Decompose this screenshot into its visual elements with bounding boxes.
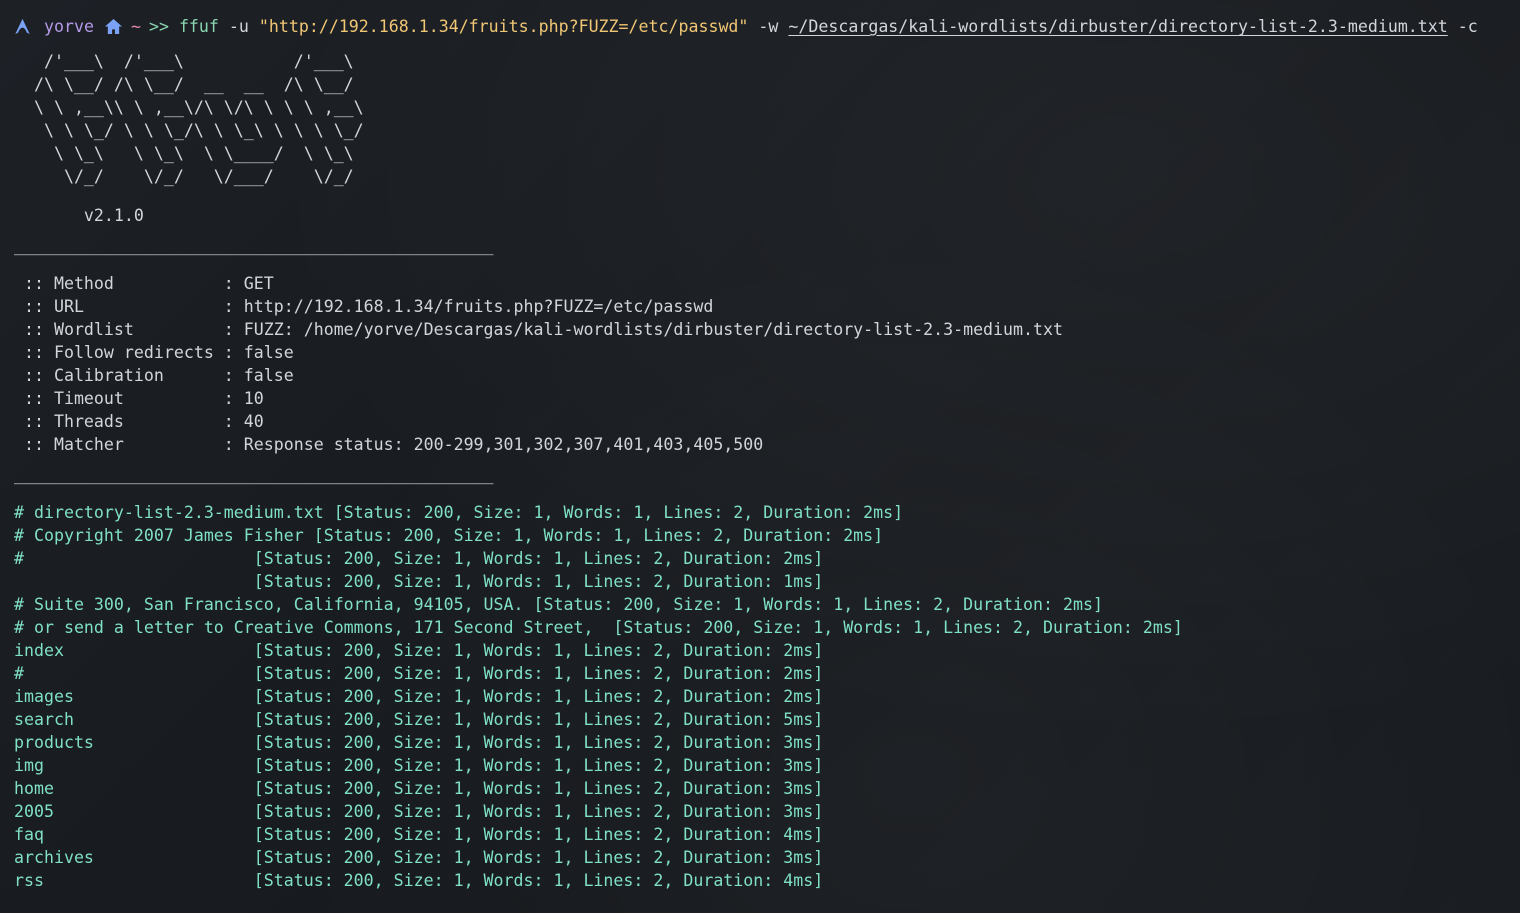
config-block: :: Method : GET :: URL : http://192.168.… bbox=[14, 272, 1520, 456]
prompt-line: yorve ~ >> ffuf -u "http://192.168.1.34/… bbox=[14, 15, 1520, 38]
results-list: # directory-list-2.3-medium.txt [Status:… bbox=[14, 501, 1520, 892]
result-row: search [Status: 200, Size: 1, Words: 1, … bbox=[14, 710, 824, 729]
banner-line: \ \ ,__\\ \ ,__\/\ \/\ \ \ \ ,__\ bbox=[14, 98, 364, 117]
config-key: :: Follow redirects bbox=[14, 343, 224, 362]
result-row: archives [Status: 200, Size: 1, Words: 1… bbox=[14, 848, 824, 867]
banner-line: \/_/ \/_/ \/___/ \/_/ bbox=[14, 167, 354, 186]
result-row: home [Status: 200, Size: 1, Words: 1, Li… bbox=[14, 779, 824, 798]
config-value: : 10 bbox=[223, 389, 264, 408]
config-key: :: Calibration bbox=[14, 366, 224, 385]
config-key: :: Timeout bbox=[14, 389, 224, 408]
wordlist-path-link[interactable]: ~/Descargas/kali-wordlists/dirbuster/dir… bbox=[788, 15, 1447, 38]
result-row: # [Status: 200, Size: 1, Words: 1, Lines… bbox=[14, 549, 824, 568]
result-row: 2005 [Status: 200, Size: 1, Words: 1, Li… bbox=[14, 802, 824, 821]
banner-line: /'___\ /'___\ /'___\ bbox=[14, 52, 354, 71]
result-row: # Suite 300, San Francisco, California, … bbox=[14, 595, 1103, 614]
config-row: :: Matcher : Response status: 200-299,30… bbox=[14, 433, 1520, 456]
result-row: index [Status: 200, Size: 1, Words: 1, L… bbox=[14, 641, 824, 660]
flag-c: -c bbox=[1457, 17, 1478, 36]
command-name: ffuf bbox=[178, 17, 219, 36]
config-value: : GET bbox=[223, 274, 274, 293]
ffuf-ascii-banner: /'___\ /'___\ /'___\ /\ \__/ /\ \__/ __ … bbox=[14, 50, 1520, 188]
config-key: :: Matcher bbox=[14, 435, 224, 454]
config-key: :: Method bbox=[14, 274, 224, 293]
config-key: :: Wordlist bbox=[14, 320, 224, 339]
config-row: :: Method : GET bbox=[14, 272, 1520, 295]
url-argument: "http://192.168.1.34/fruits.php?FUZZ=/et… bbox=[258, 17, 749, 36]
config-row: :: Follow redirects : false bbox=[14, 341, 1520, 364]
config-value: : false bbox=[223, 366, 294, 385]
banner-line: \ \ \_/ \ \ \_/\ \ \_\ \ \ \ \_/ bbox=[14, 121, 364, 140]
arch-linux-icon bbox=[15, 18, 30, 35]
prompt-dir: ~ bbox=[130, 17, 141, 36]
config-value: : FUZZ: /home/yorve/Descargas/kali-wordl… bbox=[223, 320, 1063, 339]
config-row: :: Threads : 40 bbox=[14, 410, 1520, 433]
banner-line: /\ \__/ /\ \__/ __ __ /\ \__/ bbox=[14, 75, 354, 94]
config-row: :: Timeout : 10 bbox=[14, 387, 1520, 410]
result-row: images [Status: 200, Size: 1, Words: 1, … bbox=[14, 687, 824, 706]
config-value: : false bbox=[223, 343, 294, 362]
ffuf-version: v2.1.0 bbox=[14, 206, 144, 225]
result-row: [Status: 200, Size: 1, Words: 1, Lines: … bbox=[14, 572, 824, 591]
result-row: # [Status: 200, Size: 1, Words: 1, Lines… bbox=[14, 664, 824, 683]
config-key: :: URL bbox=[14, 297, 224, 316]
config-row: :: Calibration : false bbox=[14, 364, 1520, 387]
home-icon bbox=[104, 18, 122, 35]
flag-w: -w bbox=[758, 17, 779, 36]
config-key: :: Threads bbox=[14, 412, 224, 431]
separator-bottom: ________________________________________… bbox=[14, 465, 494, 484]
config-row: :: URL : http://192.168.1.34/fruits.php?… bbox=[14, 295, 1520, 318]
banner-line: \ \_\ \ \_\ \ \____/ \ \_\ bbox=[14, 144, 354, 163]
result-row: rss [Status: 200, Size: 1, Words: 1, Lin… bbox=[14, 871, 824, 890]
terminal-window[interactable]: yorve ~ >> ffuf -u "http://192.168.1.34/… bbox=[14, 15, 1520, 892]
result-row: products [Status: 200, Size: 1, Words: 1… bbox=[14, 733, 824, 752]
result-row: # Copyright 2007 James Fisher [Status: 2… bbox=[14, 526, 884, 545]
separator-top: ________________________________________… bbox=[14, 236, 494, 255]
config-value: : Response status: 200-299,301,302,307,4… bbox=[223, 435, 764, 454]
config-value: : 40 bbox=[223, 412, 264, 431]
config-value: : http://192.168.1.34/fruits.php?FUZZ=/e… bbox=[223, 297, 714, 316]
prompt-user: yorve bbox=[44, 17, 94, 36]
prompt-symbol: >> bbox=[148, 17, 169, 36]
result-row: # or send a letter to Creative Commons, … bbox=[14, 618, 1183, 637]
config-row: :: Wordlist : FUZZ: /home/yorve/Descarga… bbox=[14, 318, 1520, 341]
result-row: # directory-list-2.3-medium.txt [Status:… bbox=[14, 503, 904, 522]
flag-u: -u bbox=[228, 17, 249, 36]
result-row: img [Status: 200, Size: 1, Words: 1, Lin… bbox=[14, 756, 824, 775]
result-row: faq [Status: 200, Size: 1, Words: 1, Lin… bbox=[14, 825, 824, 844]
